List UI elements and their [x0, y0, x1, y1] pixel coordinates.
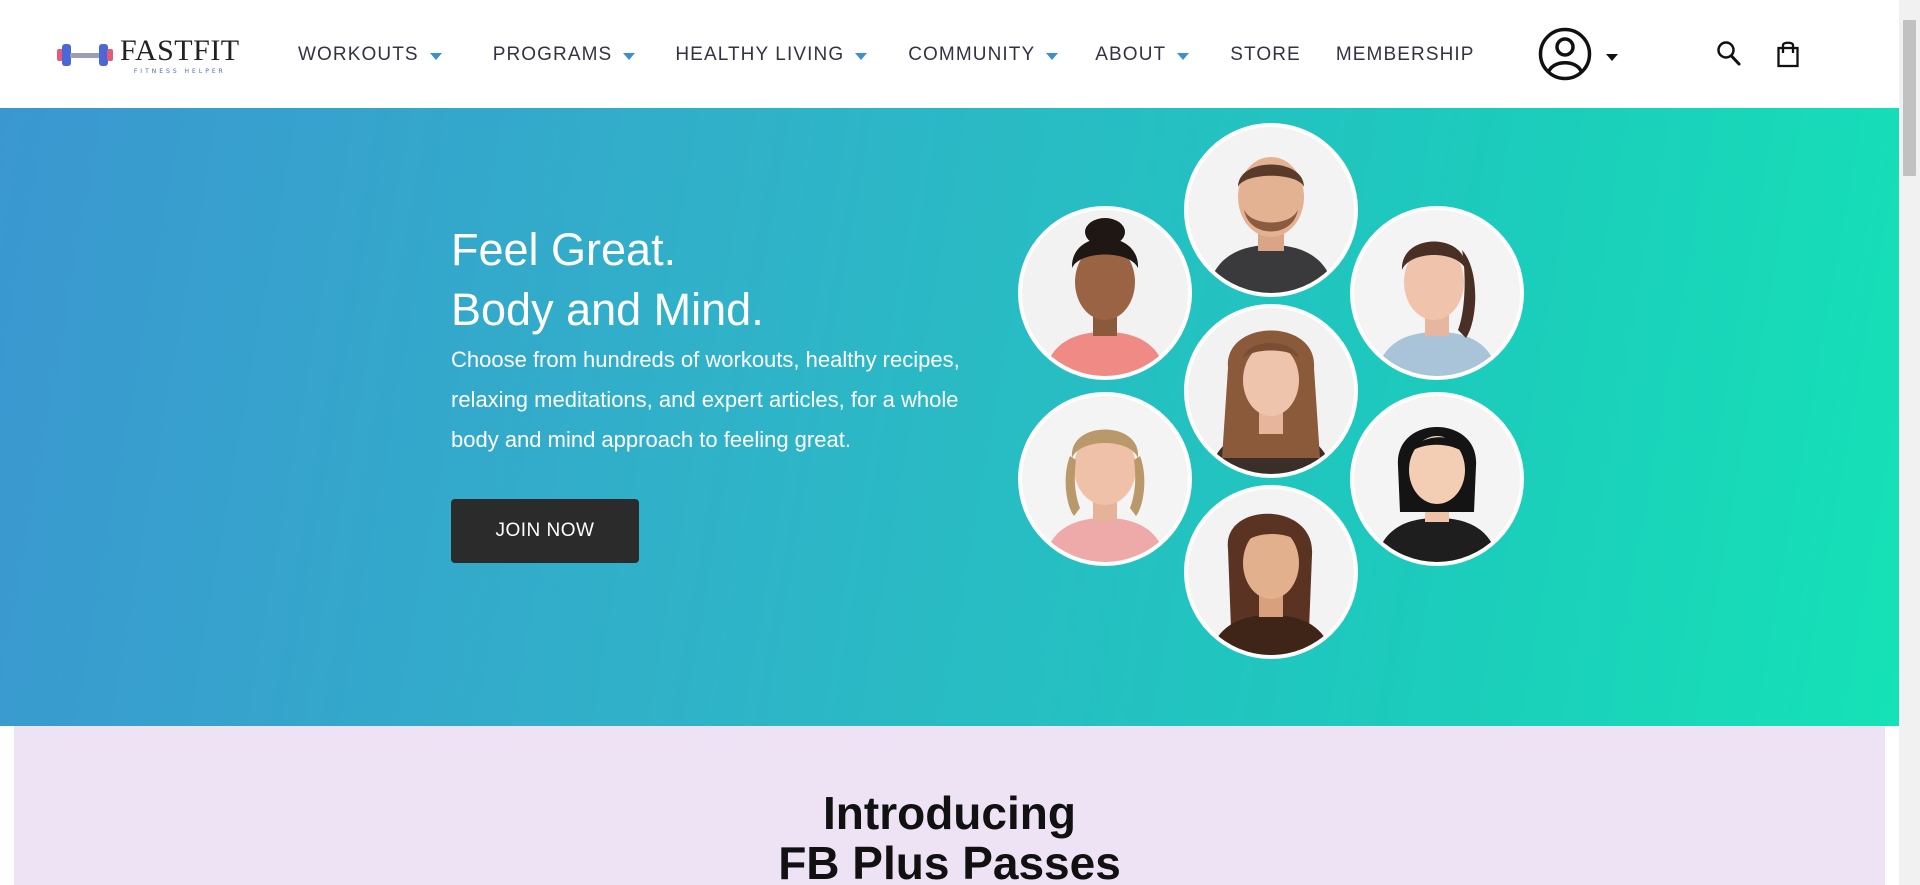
site-logo[interactable]: FASTFIT FITNESS HELPER [56, 36, 240, 76]
account-menu[interactable] [1538, 27, 1618, 81]
nav-item-healthy-living[interactable]: HEALTHY LIVING [675, 44, 868, 66]
user-account-icon [1538, 27, 1592, 81]
site-header: FASTFIT FITNESS HELPER WORKOUTS PROGRAMS… [0, 0, 1899, 108]
dumbbell-icon [57, 44, 113, 66]
page-scrollbar[interactable] [1899, 0, 1920, 885]
nav-item-community[interactable]: COMMUNITY [908, 44, 1059, 66]
chevron-down-icon [1606, 53, 1618, 61]
trainer-avatar [1184, 304, 1358, 478]
trainer-avatar [1184, 123, 1358, 297]
caret-down-icon [429, 52, 442, 60]
trainer-avatar [1018, 206, 1192, 380]
logo-subtext: FITNESS HELPER [133, 68, 226, 75]
join-now-button[interactable]: JOIN NOW [451, 499, 639, 563]
nav-item-about[interactable]: ABOUT [1095, 44, 1190, 66]
intro-title: Introducing FB Plus Passes [778, 787, 1121, 885]
shopping-bag-icon[interactable] [1776, 40, 1800, 73]
nav-item-membership[interactable]: MEMBERSHIP [1336, 44, 1475, 66]
nav-item-workouts[interactable]: WORKOUTS [298, 44, 442, 66]
scrollbar-thumb[interactable] [1903, 20, 1916, 176]
trainer-avatar [1350, 206, 1524, 380]
trainer-avatar [1018, 392, 1192, 566]
hero-description: Choose from hundreds of workouts, health… [451, 347, 960, 452]
main-nav: WORKOUTS PROGRAMS HEALTHY LIVING COMMUNI… [298, 44, 1475, 66]
caret-down-icon [623, 52, 636, 60]
trainer-avatar [1350, 392, 1524, 566]
caret-down-icon [1046, 52, 1059, 60]
nav-item-programs[interactable]: PROGRAMS [493, 44, 636, 66]
nav-item-store[interactable]: STORE [1230, 44, 1301, 66]
intro-section: Introducing FB Plus Passes [14, 726, 1885, 885]
logo-text: FASTFIT [120, 34, 240, 67]
hero-banner: Feel Great. Body and Mind. Choose from h… [0, 108, 1899, 726]
hero-title: Feel Great. Body and Mind. [451, 224, 764, 335]
caret-down-icon [855, 52, 868, 60]
trainer-avatar [1184, 485, 1358, 659]
search-icon[interactable] [1716, 40, 1742, 73]
caret-down-icon [1177, 52, 1190, 60]
